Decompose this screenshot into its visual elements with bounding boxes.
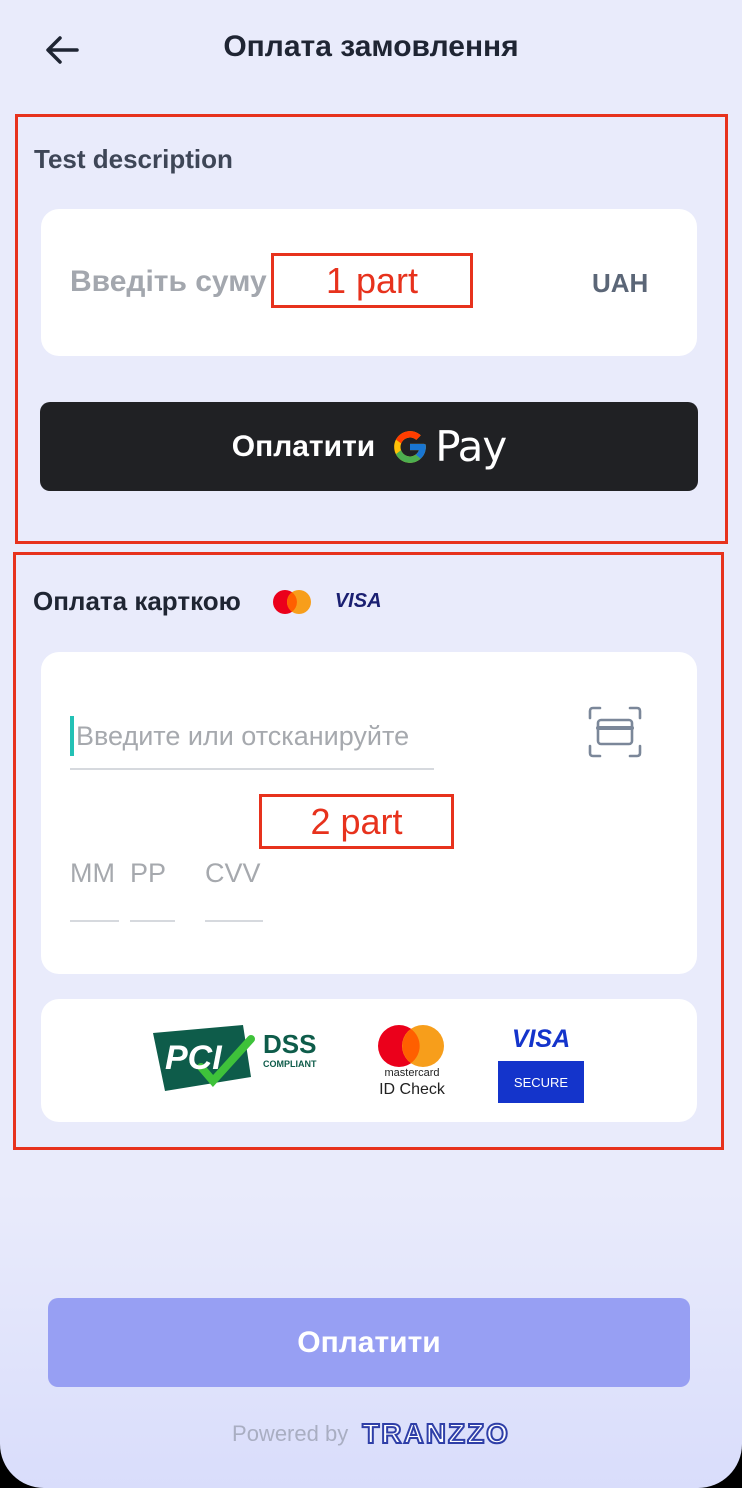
annotation-label-part2: 2 part [259, 794, 454, 849]
mastercard-idcheck-badge: mastercard ID Check [375, 1023, 449, 1101]
visa-secure-box: SECURE [498, 1061, 584, 1103]
visa-secure-text: SECURE [513, 1074, 569, 1090]
tranzzo-logo: TRANZZO [361, 1417, 510, 1450]
mastercard-idcheck: ID Check [379, 1081, 445, 1098]
annotation-label-part1: 1 part [271, 253, 473, 308]
card-payment-header: Оплата карткою VISA [33, 586, 382, 617]
card-payment-title: Оплата карткою [33, 586, 241, 616]
card-number-placeholder: Введите или отсканируйте [76, 720, 410, 751]
pci-dss-badge: PCI DSS COMPLIANT [151, 1025, 331, 1093]
mastercard-name: mastercard [384, 1067, 440, 1079]
security-badges-card: PCI DSS COMPLIANT mastercard ID Check VI… [41, 999, 697, 1122]
google-pay-button[interactable]: Оплатити Pay [40, 402, 698, 491]
amount-input[interactable]: Введіть суму [70, 265, 267, 299]
google-g-icon [394, 430, 427, 463]
google-pay-label: Оплатити [231, 429, 376, 463]
mastercard-icon [272, 589, 311, 614]
powered-by-text: Powered by [232, 1421, 349, 1446]
expiry-month-input[interactable]: ММ [70, 858, 119, 922]
visa-secure-badge: VISA SECURE [498, 1025, 584, 1103]
scan-card-icon[interactable] [588, 706, 642, 758]
payment-screen: Оплата замовлення Test description Введі… [0, 0, 742, 1488]
currency-label: UAH [592, 268, 649, 298]
cvv-input[interactable]: CVV [205, 858, 263, 922]
powered-by: Powered by TRANZZO [0, 1417, 742, 1450]
compliant-text: COMPLIANT [263, 1059, 317, 1069]
pay-button[interactable]: Оплатити [48, 1298, 690, 1387]
pci-text: PCI [165, 1039, 222, 1077]
order-description: Test description [34, 144, 233, 174]
gpay-logo: Pay [391, 422, 507, 471]
google-pay-brand: Pay [435, 422, 507, 471]
mastercard-logo-icon [378, 1025, 444, 1067]
dss-text: DSS [263, 1029, 317, 1059]
expiry-year-input[interactable]: РР [130, 858, 175, 922]
page-title: Оплата замовлення [223, 30, 519, 63]
card-number-input[interactable]: Введите или отсканируйте [70, 704, 434, 770]
visa-secure-logo: VISA [511, 1025, 571, 1053]
visa-icon: VISA [334, 590, 382, 612]
text-cursor [70, 716, 74, 756]
